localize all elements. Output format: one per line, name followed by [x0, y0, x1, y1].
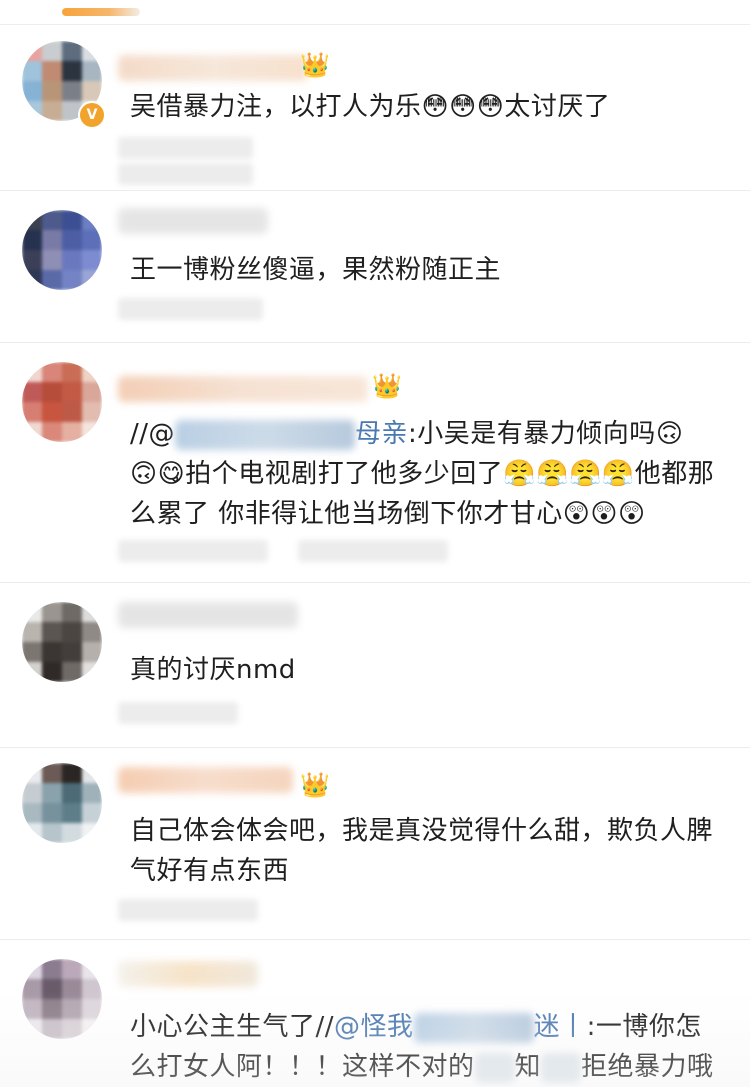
username[interactable] — [118, 55, 308, 81]
comment-item[interactable]: V 👑 吴借暴力注，以打人为乐😳😳😳太讨厌了 — [0, 25, 750, 191]
active-tab-indicator — [62, 8, 140, 16]
verified-badge-icon: V — [78, 101, 106, 129]
comment-meta-extra — [118, 163, 253, 185]
comment-meta — [118, 137, 253, 159]
crown-icon: 👑 — [300, 771, 330, 799]
redacted-username — [413, 1012, 534, 1043]
username[interactable] — [118, 602, 298, 628]
comment-item[interactable]: 王一博粉丝傻逼，果然粉随正主 — [0, 190, 750, 343]
avatar[interactable] — [22, 362, 102, 442]
comment-item[interactable]: 小心公主生气了//@怪我 迷丨:一博你怎么打女人阿！！！这样不对的知拒绝暴力哦 — [0, 939, 750, 1087]
crown-icon: 👑 — [372, 372, 402, 400]
comment-meta-extra — [298, 540, 448, 562]
avatar[interactable] — [22, 210, 102, 290]
username[interactable] — [118, 376, 368, 402]
avatar[interactable] — [22, 763, 102, 843]
comment-text: //@ 母亲:小吴是有暴力倾向吗🙃 🙃😋拍个电视剧打了他多少回了😤😤😤😤他都那么累… — [130, 419, 715, 529]
comment-text: 王一博粉丝傻逼，果然粉随正主 — [130, 255, 502, 285]
username[interactable] — [118, 208, 268, 234]
mention-link[interactable]: 母亲 — [355, 419, 408, 449]
avatar[interactable] — [22, 602, 102, 682]
comment-item[interactable]: 真的讨厌nmd — [0, 582, 750, 748]
top-tab-bar — [0, 0, 750, 25]
username[interactable] — [118, 767, 293, 793]
mention-link-end[interactable]: 迷丨 — [534, 1012, 587, 1042]
comment-text: 吴借暴力注，以打人为乐😳😳😳太讨厌了 — [130, 92, 611, 122]
avatar[interactable] — [22, 959, 102, 1039]
comment-meta — [118, 899, 258, 921]
comment-item[interactable]: 👑 自己体会体会吧，我是真没觉得什么甜，欺负人脾气好有点东西 — [0, 747, 750, 940]
redacted-text — [474, 1052, 515, 1083]
comment-item[interactable]: 👑 //@ 母亲:小吴是有暴力倾向吗🙃 🙃😋拍个电视剧打了他多少回了😤😤😤😤他都那… — [0, 342, 750, 583]
comment-meta — [118, 702, 238, 724]
redacted-username — [175, 419, 356, 450]
mention-link[interactable]: @怪我 — [334, 1012, 414, 1042]
comment-meta — [118, 540, 268, 562]
username[interactable] — [118, 961, 258, 987]
redacted-text — [541, 1052, 582, 1083]
comment-text: 小心公主生气了//@怪我 迷丨:一博你怎么打女人阿！！！这样不对的知拒绝暴力哦 — [130, 1012, 714, 1083]
comment-text: 真的讨厌nmd — [130, 655, 296, 685]
crown-icon: 👑 — [300, 51, 330, 79]
comment-text: 自己体会体会吧，我是真没觉得什么甜，欺负人脾气好有点东西 — [130, 816, 714, 886]
comment-meta — [118, 298, 263, 320]
